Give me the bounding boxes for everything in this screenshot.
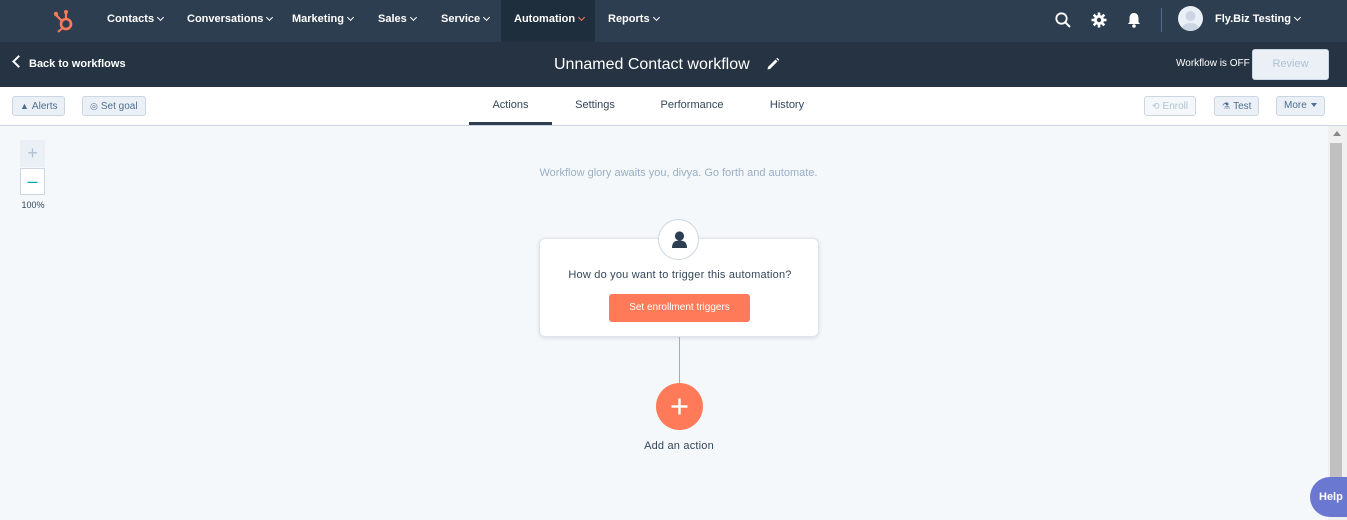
enroll-label: Enroll <box>1162 101 1189 112</box>
nav-item-automation[interactable]: Automation <box>501 0 595 42</box>
nav-item-label: Service <box>441 13 481 25</box>
set-goal-label: Set goal <box>100 101 138 112</box>
plus-icon <box>671 398 688 415</box>
nav-item-contacts[interactable]: Contacts <box>107 0 165 42</box>
chevron-down-icon <box>652 13 660 22</box>
glory-message: Workflow glory awaits you, divya. Go for… <box>539 167 818 179</box>
notification-bell-icon[interactable] <box>1125 11 1143 29</box>
add-action-label: Add an action <box>644 440 714 452</box>
person-icon <box>672 231 687 248</box>
chevron-left-icon <box>12 55 25 68</box>
alerts-label: Alerts <box>31 101 58 112</box>
workflow-canvas[interactable]: + – 100% Workflow glory awaits you, divy… <box>0 126 1328 520</box>
vertical-scrollbar[interactable] <box>1328 126 1347 520</box>
scroll-up-arrow-icon[interactable] <box>1333 131 1341 136</box>
avatar[interactable] <box>1178 6 1203 31</box>
zoom-in-button[interactable]: + <box>20 140 45 167</box>
tab-history[interactable]: History <box>762 87 812 125</box>
chevron-down-icon <box>266 13 274 22</box>
pencil-edit-icon[interactable] <box>766 57 780 71</box>
more-dropdown-button[interactable]: More <box>1276 96 1325 116</box>
scrollbar-thumb[interactable] <box>1330 143 1342 481</box>
tab-performance[interactable]: Performance <box>652 87 732 125</box>
caret-down-icon <box>1310 103 1317 107</box>
back-to-workflows-link[interactable]: Back to workflows <box>12 42 126 87</box>
account-name: Fly.Biz Testing <box>1215 13 1291 25</box>
nav-divider <box>1161 8 1162 32</box>
review-button[interactable]: Review <box>1252 49 1329 80</box>
more-label: More <box>1284 100 1307 111</box>
chevron-down-icon <box>483 13 491 22</box>
workflow-toolbar: ▲ Alerts ◎ Set goal Actions Settings Perfo… <box>0 87 1347 126</box>
workflow-title[interactable]: Unnamed Contact workflow <box>554 42 750 87</box>
tab-actions[interactable]: Actions <box>469 87 552 125</box>
chevron-down-icon <box>346 13 355 22</box>
nav-item-service[interactable]: Service <box>441 0 491 42</box>
chevron-down-icon <box>157 13 165 22</box>
chevron-down-icon <box>578 13 586 22</box>
search-icon[interactable] <box>1054 11 1072 29</box>
zoom-level: 100% <box>21 200 45 210</box>
contact-trigger-icon <box>658 219 699 260</box>
alerts-button[interactable]: ▲ Alerts <box>12 96 66 116</box>
nav-item-label: Automation <box>514 13 576 25</box>
nav-item-label: Sales <box>378 13 407 25</box>
connector-line <box>679 337 680 383</box>
nav-item-marketing[interactable]: Marketing <box>292 0 355 42</box>
flask-icon: ⚗ <box>1222 101 1231 111</box>
nav-item-label: Conversations <box>187 13 264 25</box>
target-icon: ◎ <box>90 101 98 111</box>
enroll-button[interactable]: ⟲ Enroll <box>1144 96 1197 116</box>
set-enrollment-triggers-button[interactable]: Set enrollment triggers <box>609 294 750 322</box>
user-silhouette-icon <box>1181 11 1200 31</box>
top-navigation-bar: Contacts Conversations Marketing Sales S… <box>0 0 1347 42</box>
nav-item-label: Marketing <box>292 13 344 25</box>
nav-item-reports[interactable]: Reports <box>608 0 660 42</box>
nav-item-sales[interactable]: Sales <box>378 0 417 42</box>
chevron-down-icon <box>1293 13 1302 22</box>
test-label: Test <box>1233 101 1252 112</box>
tab-settings[interactable]: Settings <box>565 87 625 125</box>
account-menu[interactable]: Fly.Biz Testing <box>1215 0 1302 38</box>
help-button[interactable]: Help <box>1310 477 1347 517</box>
nav-item-label: Contacts <box>107 13 155 25</box>
chevron-down-icon <box>409 13 417 22</box>
nav-item-label: Reports <box>608 13 650 25</box>
gear-icon[interactable] <box>1090 11 1108 29</box>
workflow-status-text: Workflow is OFF <box>1176 58 1250 69</box>
trigger-question: How do you want to trigger this automati… <box>568 269 792 281</box>
nav-item-conversations[interactable]: Conversations <box>187 0 274 42</box>
warning-triangle-icon: ▲ <box>20 101 29 111</box>
back-label: Back to workflows <box>29 58 126 70</box>
add-action-button[interactable] <box>656 383 703 430</box>
enroll-icon: ⟲ <box>1152 101 1160 111</box>
test-button[interactable]: ⚗ Test <box>1214 96 1260 116</box>
set-goal-button[interactable]: ◎ Set goal <box>82 96 146 116</box>
workflow-header: Back to workflows Unnamed Contact workfl… <box>0 42 1347 87</box>
hubspot-logo-icon[interactable] <box>53 9 75 33</box>
